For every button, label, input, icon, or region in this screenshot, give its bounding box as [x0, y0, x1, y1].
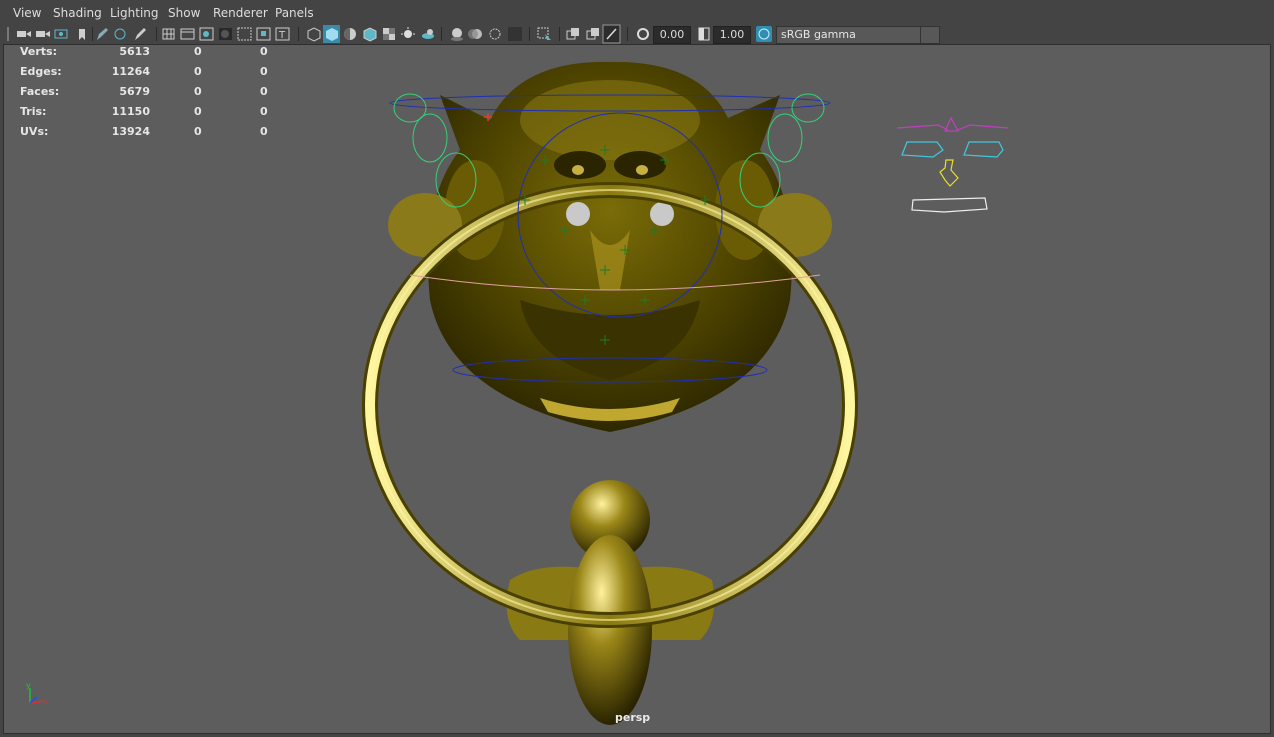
poly-count-hud: Verts: 5613 0 0 Edges: 11264 0 0 Faces: 5679 0 0 … — [20, 45, 280, 145]
hud-row-edges: Edges: 11264 0 0 — [20, 65, 268, 78]
axis-gizmo: y x — [26, 681, 49, 706]
face-controls-panel[interactable] — [896, 116, 1009, 213]
camera-name-label: persp — [615, 711, 651, 724]
hud-row-uvs: UVs: 13924 0 0 — [20, 125, 268, 138]
locator-sphere-left[interactable] — [566, 202, 590, 226]
axis-y-label: y — [26, 681, 31, 690]
hud-row-faces: Faces: 5679 0 0 — [20, 85, 268, 98]
axis-x-label: x — [44, 697, 49, 706]
hud-row-verts: Verts: 5613 0 0 — [20, 45, 268, 58]
hud-row-tris: Tris: 11150 0 0 — [20, 105, 268, 118]
locator-sphere-right[interactable] — [650, 202, 674, 226]
